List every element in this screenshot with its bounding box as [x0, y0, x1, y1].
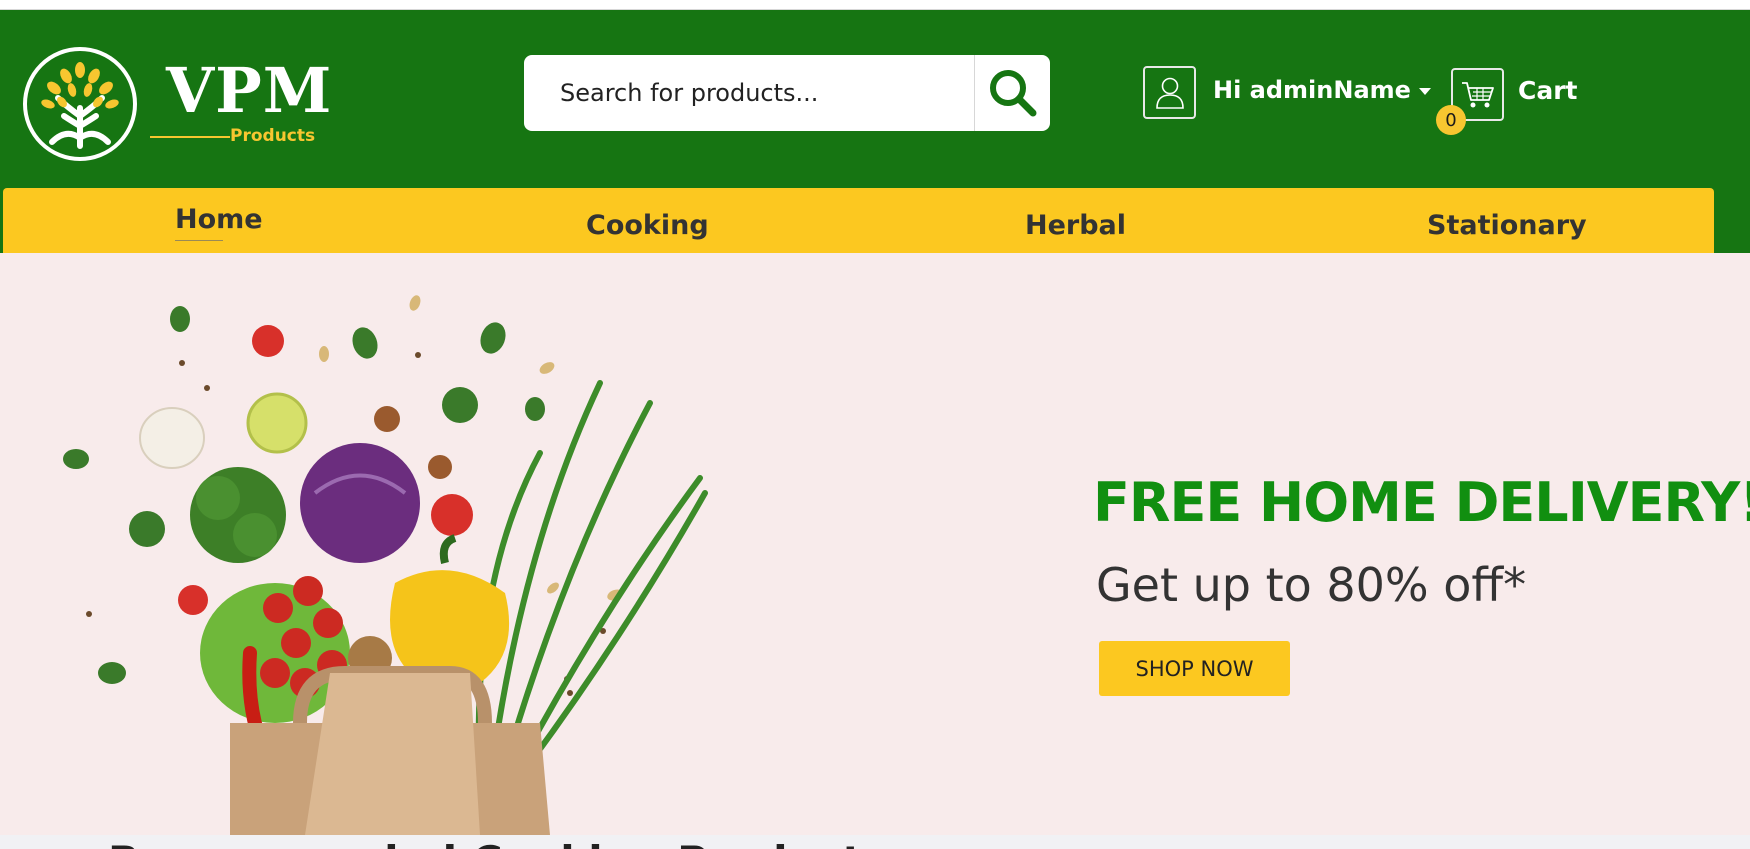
cart-link[interactable]: Cart: [1518, 76, 1578, 105]
search-input[interactable]: [524, 55, 972, 131]
cart-count-badge: 0: [1436, 105, 1466, 135]
grocery-bag-illustration: [63, 295, 708, 835]
site-header: VPM Products Hi adminName: [0, 10, 1750, 263]
cart-icon: [1461, 81, 1494, 107]
nav-item-herbal[interactable]: Herbal: [1025, 188, 1126, 263]
search-button[interactable]: [974, 55, 1050, 131]
section-heading: Recommended Cooking Products: [108, 837, 887, 849]
hero-banner: FREE HOME DELIVERY! Get up to 80% off* S…: [0, 253, 1750, 835]
user-greeting-text: Hi adminName: [1213, 76, 1411, 104]
brand-divider: [150, 136, 230, 138]
chevron-down-icon: [1418, 87, 1431, 95]
brand-name: VPM: [166, 54, 333, 127]
nav-item-label: Stationary: [1427, 210, 1587, 241]
nav-item-label: Home: [175, 204, 263, 235]
tree-emblem-icon: [23, 47, 137, 161]
hero-subtitle: Get up to 80% off*: [1096, 558, 1527, 612]
hero-title: FREE HOME DELIVERY!: [1093, 471, 1750, 534]
brand-logo[interactable]: VPM Products: [22, 38, 331, 161]
nav-item-stationary[interactable]: Stationary: [1427, 188, 1587, 263]
nav-item-home[interactable]: Home: [175, 182, 263, 257]
user-menu-dropdown[interactable]: Hi adminName: [1213, 76, 1431, 104]
nav-item-label: Herbal: [1025, 210, 1127, 241]
user-icon: [1155, 77, 1184, 109]
shop-now-button[interactable]: SHOP NOW: [1099, 641, 1290, 696]
browser-top-strip: [0, 0, 1750, 10]
nav-item-cooking[interactable]: Cooking: [586, 188, 709, 263]
search-bar: [524, 55, 1050, 131]
user-account-button[interactable]: [1143, 66, 1196, 119]
category-nav: Home Cooking Herbal Stationary: [3, 188, 1714, 263]
nav-item-label: Cooking: [586, 210, 709, 241]
active-underline: [175, 240, 223, 241]
search-icon: [989, 70, 1036, 117]
brand-tagline: Products: [230, 126, 316, 146]
